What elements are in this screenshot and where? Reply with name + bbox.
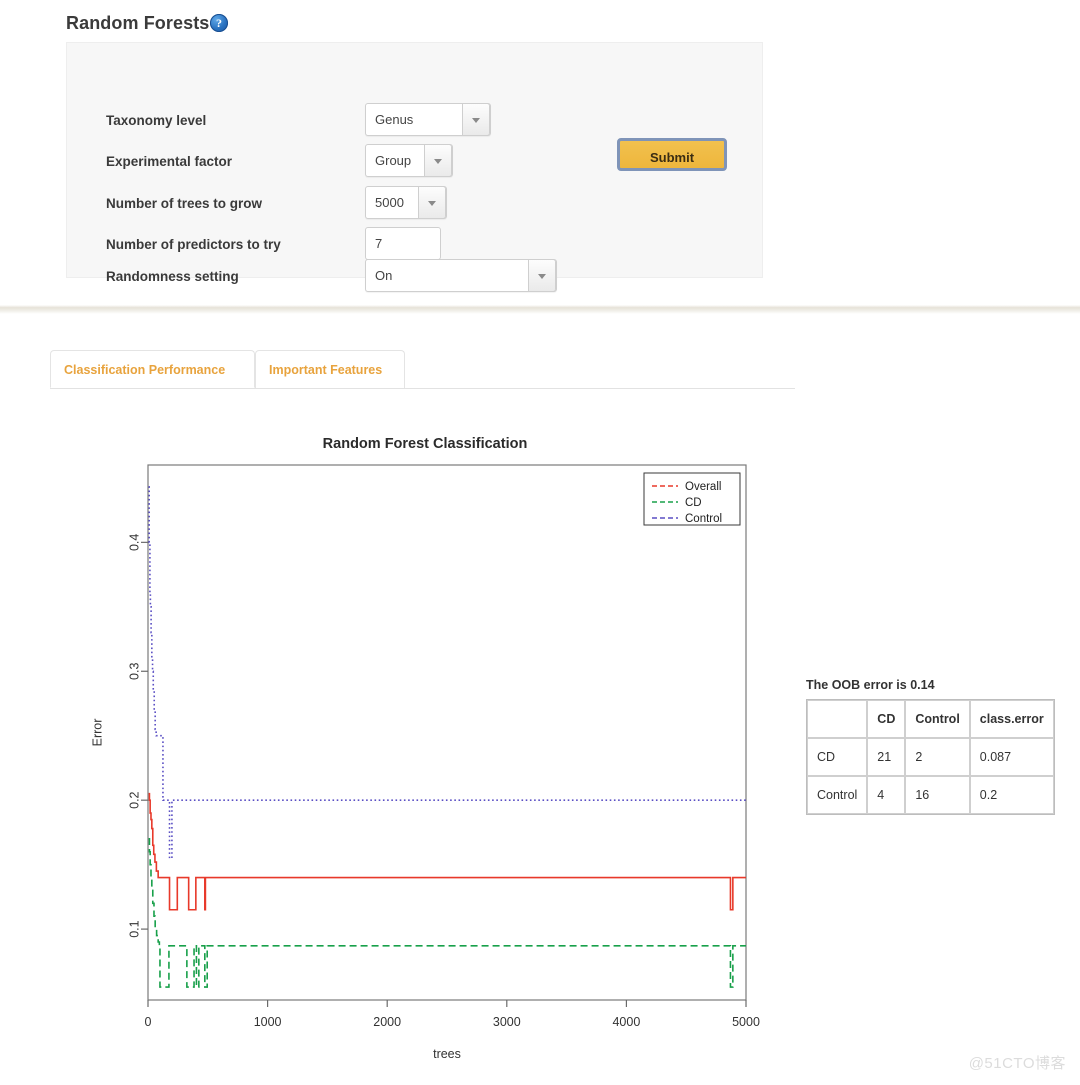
table-header: CD Control class.error xyxy=(807,700,1054,738)
table-cell: Control xyxy=(807,776,868,814)
legend-label: Control xyxy=(685,513,722,525)
table-header-row: CD Control class.error xyxy=(807,700,1054,738)
table-cell: 0.087 xyxy=(969,738,1054,776)
form-label: Experimental factor xyxy=(106,154,233,169)
table-cell: 4 xyxy=(867,776,906,814)
classification-performance-chart: Random Forest Classification 0.1 0.2 0.3 0.… xyxy=(80,425,800,1075)
field-value: 5000 xyxy=(375,195,404,210)
table-cell: 16 xyxy=(905,776,970,814)
submit-button[interactable]: Submit xyxy=(617,138,727,171)
x-tick-label: 2000 xyxy=(373,1015,401,1029)
legend-label: CD xyxy=(685,497,702,509)
y-axis-label: Error xyxy=(90,719,104,747)
oob-error-block: The OOB error is 0.14 CD Control class.err… xyxy=(806,678,1055,815)
legend-label: Overall xyxy=(685,481,721,493)
chevron-down-icon[interactable] xyxy=(528,259,556,292)
column-header: CD xyxy=(867,700,906,738)
confusion-matrix-table: CD Control class.error CD 21 2 0.087 Control 4 1… xyxy=(806,699,1055,815)
select-dropdown[interactable]: 5000 xyxy=(365,186,447,219)
help-circle-icon[interactable]: ? xyxy=(210,14,228,32)
form-label: Number of trees to grow xyxy=(106,196,263,211)
column-header: class.error xyxy=(969,700,1054,738)
plot-frame xyxy=(147,464,747,1001)
select-dropdown[interactable]: Genus xyxy=(365,103,491,136)
tab-classification-performance[interactable]: Classification Performance xyxy=(50,350,255,388)
select-dropdown[interactable]: On xyxy=(365,259,557,292)
table-cell: CD xyxy=(807,738,868,776)
tab-important-features[interactable]: Important Features xyxy=(255,350,405,388)
field-value: Genus xyxy=(375,112,414,127)
table-cell: 2 xyxy=(905,738,970,776)
x-axis-label: trees xyxy=(433,1047,461,1061)
table-row: Control 4 16 0.2 xyxy=(807,776,1054,814)
series-line-cd xyxy=(148,838,746,988)
x-tick-label: 5000 xyxy=(732,1015,760,1029)
section-divider xyxy=(0,300,1080,314)
x-tick-label: 1000 xyxy=(254,1015,282,1029)
table-row: CD 21 2 0.087 xyxy=(807,738,1054,776)
x-tick-label: 4000 xyxy=(612,1015,640,1029)
field-value: Group xyxy=(375,153,412,168)
y-tick-label: 0.4 xyxy=(127,534,141,551)
table-cell: 21 xyxy=(867,738,906,776)
chevron-down-icon[interactable] xyxy=(462,103,490,136)
page-title: Random Forests xyxy=(66,13,210,33)
form-label: Randomness setting xyxy=(106,269,239,284)
y-tick-label: 0.3 xyxy=(127,663,141,680)
table-body: CD 21 2 0.087 Control 4 16 0.2 xyxy=(807,738,1054,814)
results-tab-bar: Classification Performance Important Feat… xyxy=(50,350,795,389)
field-value: 7 xyxy=(375,236,383,251)
series-line-control xyxy=(148,486,746,859)
number-input[interactable]: 7 xyxy=(365,227,441,260)
watermark: @51CTO博客 xyxy=(968,1055,1066,1072)
series-line-overall xyxy=(148,792,746,911)
table-cell: 0.2 xyxy=(969,776,1054,814)
column-header xyxy=(807,700,868,738)
chevron-down-icon[interactable] xyxy=(418,186,446,219)
parameter-section: Random Forests ? Taxonomy level Genus Expe… xyxy=(0,0,1080,305)
x-tick-label: 3000 xyxy=(493,1015,521,1029)
form-label: Taxonomy level xyxy=(106,113,207,128)
y-tick-label: 0.1 xyxy=(127,920,141,937)
x-tick-label: 0 xyxy=(145,1015,152,1029)
column-header: Control xyxy=(905,700,970,738)
chevron-down-icon[interactable] xyxy=(424,144,452,177)
form-label: Number of predictors to try xyxy=(106,237,281,252)
error-vs-trees-plot: 0.1 0.2 0.3 0.4 Error 0 1000 2000 3000 4000 5000 tr… xyxy=(90,464,760,1061)
oob-caption: The OOB error is 0.14 xyxy=(806,678,935,692)
y-tick-label: 0.2 xyxy=(127,791,141,808)
field-value: On xyxy=(375,268,393,283)
select-dropdown[interactable]: Group xyxy=(365,144,453,177)
